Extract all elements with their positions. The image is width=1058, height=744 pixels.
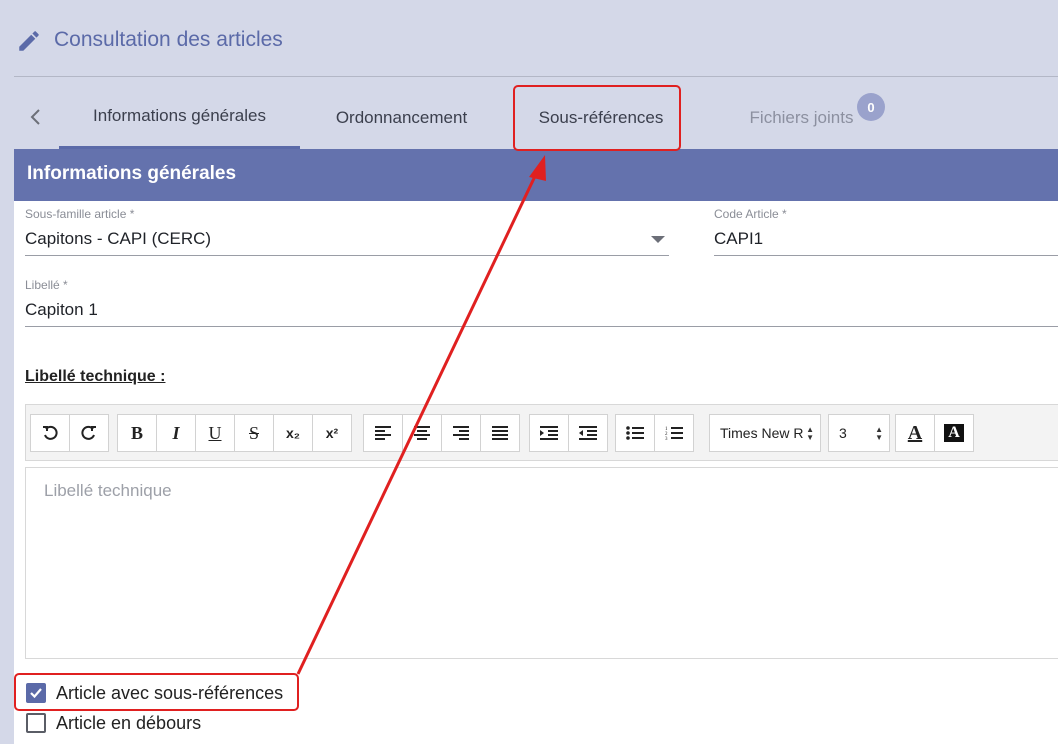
align-center-button[interactable] (402, 414, 442, 452)
strikethrough-button[interactable]: S (234, 414, 274, 452)
bullet-list-button[interactable] (615, 414, 655, 452)
indent-button[interactable] (529, 414, 569, 452)
card-title: Informations générales (27, 163, 237, 184)
align-center-icon (414, 426, 430, 440)
chevron-down-icon[interactable] (651, 236, 665, 243)
pencil-icon (19, 31, 39, 51)
checkbox-article-en-debours[interactable]: Article en débours (26, 711, 201, 735)
justify-icon (492, 426, 508, 440)
checkbox-label: Article avec sous-références (56, 682, 284, 703)
outdent-button[interactable] (568, 414, 608, 452)
editor-placeholder: Libellé technique (44, 481, 172, 500)
select-arrows-icon: ▲ ▼ (875, 425, 883, 442)
superscript-button[interactable]: x² (312, 414, 352, 452)
tab-sous-references[interactable]: Sous-références (515, 86, 687, 149)
libelle-technique-title: Libellé technique : (25, 368, 166, 385)
select-arrows-icon: ▲ ▼ (806, 425, 814, 442)
editor-toolbar: B I U S x₂ x² 1 2 3 Times New R ▲ ▼ 3 ▲ … (25, 404, 1058, 461)
font-size-select[interactable]: 3 ▲ ▼ (828, 414, 890, 452)
libelle-label: Libellé * (25, 278, 68, 292)
sous-famille-label: Sous-famille article * (25, 207, 135, 221)
background-color-button[interactable]: A (934, 414, 974, 452)
numbered-list-icon: 123 (665, 427, 683, 441)
redo-icon (81, 425, 96, 440)
numbered-list-button[interactable]: 123 (654, 414, 694, 452)
svg-text:3: 3 (665, 437, 668, 441)
font-color-button[interactable]: A (895, 414, 935, 452)
redo-button[interactable] (69, 414, 109, 452)
align-left-icon (375, 426, 391, 440)
justify-button[interactable] (480, 414, 520, 452)
align-right-icon (453, 426, 469, 440)
check-icon (30, 688, 42, 699)
checkbox-checked[interactable] (26, 683, 46, 703)
tab-fichiers-joints[interactable]: Fichiers joints (734, 86, 869, 149)
code-article-label: Code Article * (714, 207, 787, 221)
align-left-button[interactable] (363, 414, 403, 452)
page-title: Consultation des articles (54, 28, 283, 51)
libelle-technique-editor[interactable]: Libellé technique (25, 467, 1058, 659)
underline-button[interactable]: U (195, 414, 235, 452)
checkbox-article-sous-references[interactable]: Article avec sous-références (26, 681, 283, 705)
header-divider (14, 76, 1058, 77)
general-info-card: Informations générales Sous-famille arti… (14, 149, 1058, 744)
code-article-input[interactable]: CAPI1 (714, 229, 763, 249)
tab-informations-generales[interactable]: Informations générales (59, 86, 300, 149)
italic-button[interactable]: I (156, 414, 196, 452)
font-size-value: 3 (839, 425, 847, 441)
libelle-input[interactable]: Capiton 1 (25, 300, 98, 320)
checkbox-label: Article en débours (56, 712, 202, 733)
sous-famille-underline (25, 255, 669, 256)
subscript-button[interactable]: x₂ (273, 414, 313, 452)
tab-ordonnancement[interactable]: Ordonnancement (314, 86, 489, 149)
page-header: Consultation des articles (0, 0, 1058, 76)
font-family-select[interactable]: Times New R ▲ ▼ (709, 414, 821, 452)
undo-icon (43, 425, 58, 440)
checkbox-unchecked[interactable] (26, 713, 46, 733)
bullet-list-icon (626, 426, 644, 440)
attachments-count-badge: 0 (857, 93, 885, 121)
background-color-label: A (944, 424, 964, 442)
sous-famille-select[interactable]: Capitons - CAPI (CERC) (25, 229, 211, 249)
code-article-underline (714, 255, 1058, 256)
libelle-underline (25, 326, 1058, 327)
undo-button[interactable] (30, 414, 70, 452)
tab-bar: Informations générales Ordonnancement So… (14, 86, 1058, 149)
outdent-icon (579, 426, 597, 440)
font-family-value: Times New R (720, 425, 804, 441)
bold-button[interactable]: B (117, 414, 157, 452)
indent-icon (540, 426, 558, 440)
align-right-button[interactable] (441, 414, 481, 452)
chevron-left-icon[interactable] (24, 104, 48, 130)
card-header: Informations générales (14, 149, 1058, 201)
